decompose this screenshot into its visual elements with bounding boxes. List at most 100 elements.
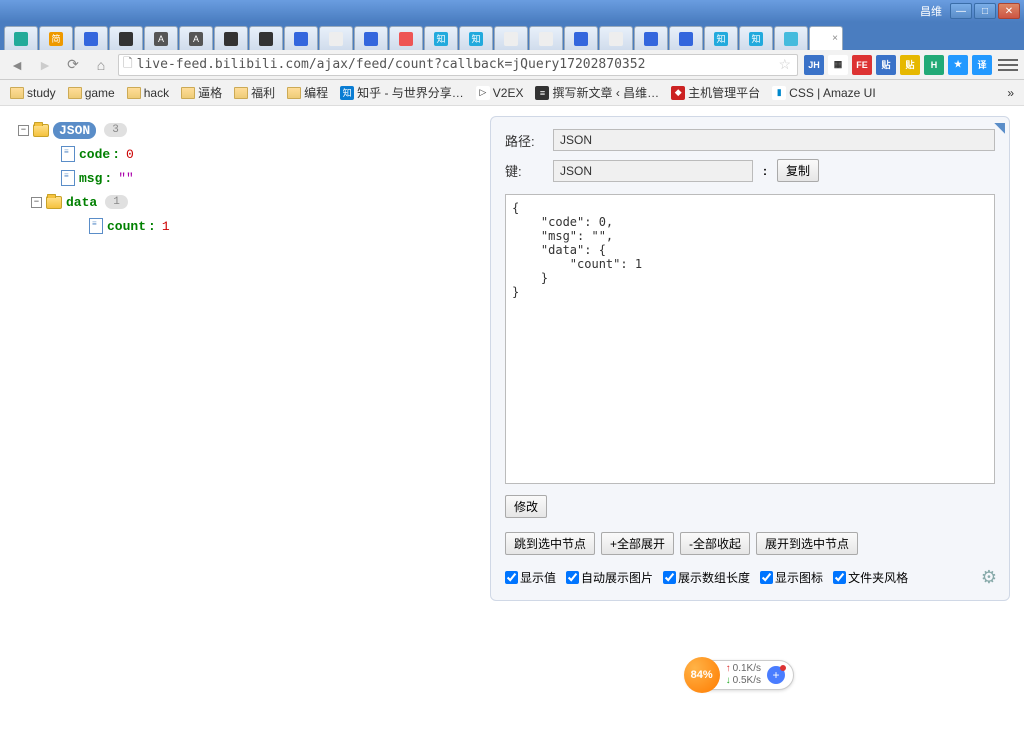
node-name: count [107,219,146,234]
settings-gear-icon[interactable]: ⚙ [981,567,997,588]
bookmark-item[interactable]: ◆主机管理平台 [667,82,764,103]
browser-tab[interactable] [214,26,248,50]
bookmark-item[interactable]: study [6,84,60,102]
opt-show-icon[interactable]: 显示图标 [760,569,823,586]
panel-collapse-icon[interactable]: ◥ [994,119,1005,136]
tree-node-count[interactable]: count : 1 [18,214,170,238]
bookmark-item[interactable]: 福利 [230,82,279,103]
browser-tab[interactable]: 知 [704,26,738,50]
browser-tab[interactable] [669,26,703,50]
opt-array-length[interactable]: 展示数组长度 [663,569,750,586]
browser-tab[interactable]: 知 [739,26,773,50]
browser-tab[interactable] [564,26,598,50]
collapse-icon[interactable]: − [18,125,29,136]
path-label: 路径: [505,131,545,150]
tree-node-data[interactable]: − data 1 [18,190,170,214]
browser-tab[interactable]: × [809,26,843,50]
browser-tab[interactable] [249,26,283,50]
browser-tab[interactable]: 知 [459,26,493,50]
page-content: − JSON 3 code : 0 msg : "" − data 1 [0,106,1024,740]
bookmark-item[interactable]: hack [123,84,173,102]
bookmark-item[interactable]: ▷V2EX [472,84,528,102]
bookmark-item[interactable]: 编程 [283,82,332,103]
tab-close-icon[interactable]: × [832,33,838,44]
opt-auto-image[interactable]: 自动展示图片 [566,569,653,586]
tree-node-root[interactable]: − JSON 3 [18,118,170,142]
browser-tab[interactable] [599,26,633,50]
browser-tab[interactable] [774,26,808,50]
folder-icon [234,87,248,99]
minimize-button[interactable]: — [950,3,972,19]
opt-show-value[interactable]: 显示值 [505,569,556,586]
network-speed-widget[interactable]: 84% 0.1K/s 0.5K/s + [685,660,794,690]
file-icon [61,170,75,186]
close-button[interactable]: ✕ [998,3,1020,19]
browser-tab[interactable] [389,26,423,50]
browser-tab[interactable] [4,26,38,50]
bookmark-label: CSS | Amaze UI [789,86,875,100]
bookmark-overflow-icon[interactable]: » [1003,84,1018,102]
bookmark-favicon-icon: ▷ [476,86,490,100]
browser-tab[interactable] [319,26,353,50]
collapse-all-button[interactable]: -全部收起 [680,532,750,555]
browser-tab[interactable] [634,26,668,50]
reload-button[interactable]: ⟳ [62,54,84,76]
browser-tab[interactable]: A [144,26,178,50]
bookmark-item[interactable]: 逼格 [177,82,226,103]
extension-icon[interactable]: FE [852,55,872,75]
browser-tab[interactable] [354,26,388,50]
maximize-button[interactable]: □ [974,3,996,19]
json-textarea[interactable] [505,194,995,484]
browser-tab[interactable] [109,26,143,50]
extension-icon[interactable]: 译 [972,55,992,75]
browser-tab[interactable]: 简 [39,26,73,50]
bookmark-favicon-icon: ≡ [535,86,549,100]
browser-tab[interactable]: 知 [424,26,458,50]
bookmark-item[interactable]: ▮CSS | Amaze UI [768,84,879,102]
address-bar[interactable]: 🗋 ☆ [118,54,798,76]
key-input[interactable] [553,160,753,182]
browser-tab[interactable]: A [179,26,213,50]
extension-icon[interactable]: JH [804,55,824,75]
folder-icon [10,87,24,99]
extension-icon[interactable]: ▦ [828,55,848,75]
browser-tab[interactable] [284,26,318,50]
bookmark-item[interactable]: game [64,84,119,102]
options-row: 显示值 自动展示图片 展示数组长度 显示图标 文件夹风格 [505,569,995,586]
folder-icon [127,87,141,99]
extension-icon[interactable]: H [924,55,944,75]
copy-button[interactable]: 复制 [777,159,819,182]
extension-icon[interactable]: 贴 [876,55,896,75]
node-name[interactable]: JSON [53,122,96,139]
url-input[interactable] [137,57,777,72]
browser-tab[interactable] [529,26,563,50]
expand-to-selected-button[interactable]: 展开到选中节点 [756,532,858,555]
browser-tab[interactable] [494,26,528,50]
back-button[interactable]: ◄ [6,54,28,76]
modify-button[interactable]: 修改 [505,495,547,518]
folder-icon [181,87,195,99]
favicon-icon: A [154,32,168,46]
bookmark-star-icon[interactable]: ☆ [776,56,793,73]
forward-button[interactable]: ► [34,54,56,76]
tree-node-msg[interactable]: msg : "" [18,166,170,190]
opt-folder-style[interactable]: 文件夹风格 [833,569,908,586]
bookmark-item[interactable]: 知知乎 - 与世界分享… [336,82,468,103]
node-value: "" [118,171,134,186]
toolbar: ◄ ► ⟳ ⌂ 🗋 ☆ JH▦FE贴贴H★译 [0,50,1024,80]
collapse-icon[interactable]: − [31,197,42,208]
bookmark-item[interactable]: ≡撰写新文章 ‹ 昌维… [531,82,663,103]
extension-icon[interactable]: ★ [948,55,968,75]
upload-rate: 0.1K/s [726,663,761,675]
browser-tab[interactable] [74,26,108,50]
goto-selected-button[interactable]: 跳到选中节点 [505,532,595,555]
plus-icon[interactable]: + [767,666,785,684]
expand-all-button[interactable]: +全部展开 [601,532,674,555]
home-button[interactable]: ⌂ [90,54,112,76]
bookmark-label: 逼格 [198,84,222,101]
tree-node-code[interactable]: code : 0 [18,142,170,166]
menu-button[interactable] [998,55,1018,75]
path-input[interactable] [553,129,995,151]
node-name: code [79,147,110,162]
extension-icon[interactable]: 贴 [900,55,920,75]
